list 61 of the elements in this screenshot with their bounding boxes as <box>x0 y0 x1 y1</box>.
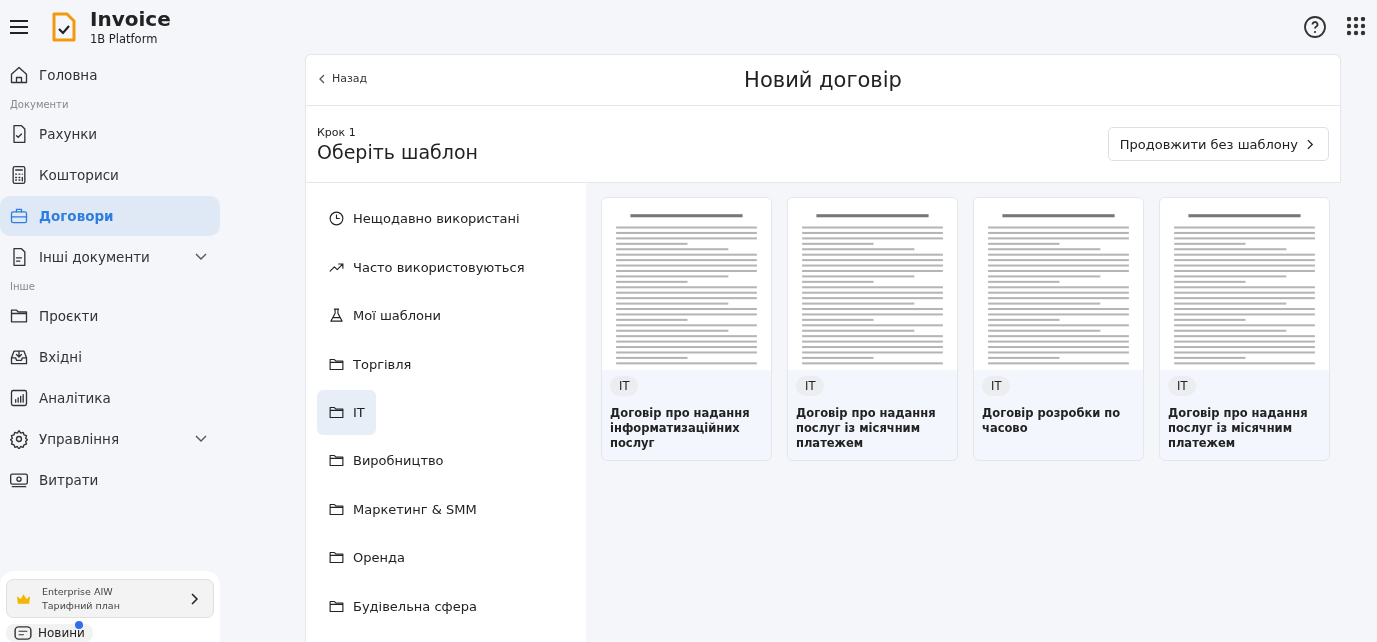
template-card[interactable]: IT Договір про надання послуг із місячним платежем <box>787 197 958 461</box>
template-card[interactable]: IT Договір про надання послуг із місячним платежем <box>1159 197 1330 461</box>
category-tag: IT <box>982 376 1011 396</box>
step-heading: Оберіть шаблон <box>317 140 478 163</box>
chevron-icon <box>195 434 207 443</box>
category-tag: IT <box>610 376 639 396</box>
category-item[interactable]: Торгівля <box>317 341 423 387</box>
app-title: Invoice <box>90 7 171 31</box>
category-item[interactable]: Будівельна сфера <box>317 583 488 629</box>
unread-dot <box>74 621 83 629</box>
help-button[interactable] <box>1303 15 1327 39</box>
menu-button[interactable] <box>9 19 29 35</box>
section-label: Інше <box>9 280 36 294</box>
step-label: Крок 1 <box>317 125 357 139</box>
nav-item[interactable]: Вхідні <box>0 336 220 377</box>
page-title: Новий договір <box>744 68 902 92</box>
section-label: Документи <box>9 98 70 112</box>
template-card[interactable]: IT Договір розробки по часово <box>973 197 1144 461</box>
help-icon <box>1303 15 1327 39</box>
chevron-left-icon <box>319 73 325 84</box>
nav-item[interactable]: Проєкти <box>0 295 220 336</box>
nav-item[interactable]: Рахунки <box>0 113 220 154</box>
category-item[interactable]: Часто використовуються <box>317 244 536 290</box>
category-tag: IT <box>1168 376 1197 396</box>
newspaper-icon <box>14 626 32 640</box>
template-title: Договір про надання послуг із місячним платежем <box>796 406 937 451</box>
nav-item[interactable]: Інші документи <box>0 236 220 277</box>
category-item[interactable]: Виробництво <box>317 438 455 484</box>
category-item[interactable]: Нещодавно використані <box>317 196 531 242</box>
nav-item[interactable]: Управління <box>0 418 220 459</box>
gear-icon <box>9 428 29 449</box>
skip-template-button[interactable]: Продовжити без шаблону <box>1107 127 1329 161</box>
nav-item[interactable]: Витрати <box>0 459 220 500</box>
menu-icon <box>9 19 29 35</box>
document-check-logo-icon <box>51 11 77 43</box>
grid-icon <box>1347 17 1367 37</box>
category-item[interactable]: IT <box>317 389 376 436</box>
apps-button[interactable] <box>1347 17 1367 37</box>
template-title: Договір про надання послуг із місячним платежем <box>1168 406 1309 451</box>
news-button[interactable]: Новини <box>6 624 93 642</box>
template-title: Договір розробки по часово <box>982 406 1122 436</box>
clock-icon <box>328 210 345 228</box>
category-item[interactable]: Маркетинг & SMM <box>317 486 488 533</box>
chart-icon <box>9 387 29 408</box>
nav-item[interactable]: Кошториси <box>0 154 220 195</box>
chevron-right-icon <box>191 592 199 605</box>
nav-item[interactable]: Головна <box>0 54 220 95</box>
chevron-right-icon <box>1307 138 1314 150</box>
chevron-icon <box>195 252 207 261</box>
home-icon <box>9 64 29 85</box>
app-subtitle: 1B Platform <box>90 31 159 47</box>
category-item[interactable]: Мої шаблони <box>317 292 452 339</box>
category-tag: IT <box>796 376 825 396</box>
flask-icon <box>328 307 345 325</box>
crown-icon <box>16 592 31 605</box>
back-link[interactable]: Назад <box>319 72 368 85</box>
template-card[interactable]: IT Договір про надання інформатизаційних послуг <box>601 197 772 461</box>
plan-card[interactable]: Enterprise AIW Тарифний план <box>6 579 214 618</box>
category-item[interactable]: Оренда <box>317 535 416 581</box>
nav-item[interactable]: Аналітика <box>0 377 220 418</box>
template-title: Договір про надання інформатизаційних послуг <box>610 406 751 451</box>
